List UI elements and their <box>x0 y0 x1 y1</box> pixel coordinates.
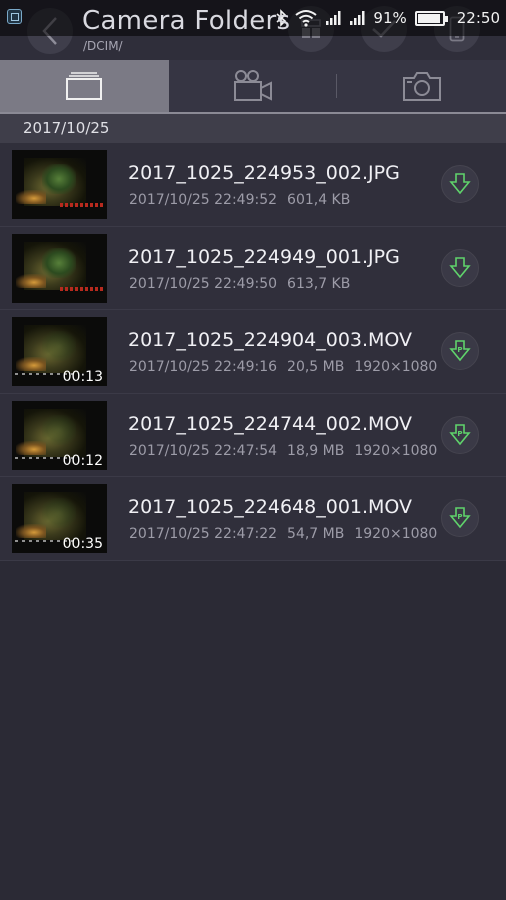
file-row[interactable]: 2017_1025_224953_002.JPG 2017/10/25 22:4… <box>0 143 506 227</box>
download-button[interactable]: P <box>441 332 479 370</box>
folder-icon <box>66 72 103 100</box>
file-name: 2017_1025_224953_002.JPG <box>128 162 400 184</box>
file-row[interactable]: 00:13 2017_1025_224904_003.MOV 2017/10/2… <box>0 310 506 394</box>
file-size: 20,5 MB <box>287 359 345 375</box>
battery-icon <box>414 10 448 26</box>
file-size: 613,7 KB <box>287 275 351 292</box>
video-duration: 00:35 <box>62 536 103 552</box>
file-meta: 2017/10/25 22:49:52 601,4 KB <box>129 192 350 208</box>
file-datetime: 2017/10/25 22:47:22 <box>129 526 278 542</box>
folder-path: /DCIM/ <box>83 39 123 53</box>
file-datetime: 2017/10/25 22:49:16 <box>129 359 278 375</box>
file-size: 54,7 MB <box>287 526 345 542</box>
file-size: 18,9 MB <box>287 442 345 459</box>
page-title: Camera Folders <box>82 6 291 36</box>
camera-icon <box>402 72 441 101</box>
signal-icon <box>350 11 365 25</box>
tab-folders[interactable] <box>0 60 169 112</box>
file-list: 2017_1025_224953_002.JPG 2017/10/25 22:4… <box>0 143 506 561</box>
file-row[interactable]: 00:35 2017_1025_224648_001.MOV 2017/10/2… <box>0 477 506 561</box>
file-meta: 2017/10/25 22:49:50 613,7 KB <box>129 276 350 292</box>
wifi-icon <box>295 10 318 27</box>
file-meta: 2017/10/25 22:49:16 20,5 MB 1920×1080 <box>129 359 437 375</box>
download-icon <box>449 256 471 278</box>
download-icon <box>449 173 471 195</box>
download-play-icon: P <box>449 423 471 445</box>
file-thumbnail <box>12 233 107 303</box>
video-duration: 00:13 <box>62 369 103 385</box>
file-name: 2017_1025_224904_003.MOV <box>128 329 413 351</box>
file-name: 2017_1025_224949_001.JPG <box>128 245 400 268</box>
file-thumbnail <box>12 150 107 219</box>
video-camera-icon <box>233 70 272 101</box>
tab-bar <box>0 60 506 112</box>
file-resolution: 1920×1080 <box>354 442 438 459</box>
download-button[interactable]: P <box>441 415 479 454</box>
file-row[interactable]: 00:12 2017_1025_224744_002.MOV 2017/10/2… <box>0 393 506 477</box>
file-meta: 2017/10/25 22:47:54 18,9 MB 1920×1080 <box>129 443 437 459</box>
svg-text:P: P <box>457 346 462 354</box>
date-section-header: 2017/10/25 <box>0 114 506 143</box>
file-resolution: 1920×1080 <box>354 359 438 375</box>
clock: 22:50 <box>456 9 500 27</box>
svg-text:P: P <box>457 430 462 438</box>
download-button[interactable]: P <box>441 499 479 537</box>
svg-text:P: P <box>457 513 462 521</box>
video-duration: 00:12 <box>62 452 103 469</box>
file-datetime: 2017/10/25 22:49:50 <box>129 275 278 292</box>
file-name: 2017_1025_224744_002.MOV <box>128 412 413 435</box>
notification-icon <box>7 9 22 24</box>
signal-icon <box>326 11 341 25</box>
file-meta: 2017/10/25 22:47:22 54,7 MB 1920×1080 <box>129 526 437 542</box>
file-size: 601,4 KB <box>287 192 351 208</box>
file-datetime: 2017/10/25 22:49:52 <box>129 192 278 208</box>
download-play-icon: P <box>449 507 471 529</box>
file-datetime: 2017/10/25 22:47:54 <box>129 442 278 459</box>
download-button[interactable] <box>441 165 479 203</box>
file-resolution: 1920×1080 <box>354 526 438 542</box>
file-row[interactable]: 2017_1025_224949_001.JPG 2017/10/25 22:4… <box>0 226 506 310</box>
file-name: 2017_1025_224648_001.MOV <box>128 496 413 518</box>
file-thumbnail: 00:12 <box>12 400 107 470</box>
file-thumbnail: 00:35 <box>12 484 107 553</box>
battery-percent: 91% <box>373 9 407 27</box>
tab-photos[interactable] <box>337 60 506 112</box>
tab-videos[interactable] <box>169 60 338 112</box>
file-thumbnail: 00:13 <box>12 317 107 386</box>
download-play-icon: P <box>449 340 471 362</box>
download-button[interactable] <box>441 248 479 287</box>
